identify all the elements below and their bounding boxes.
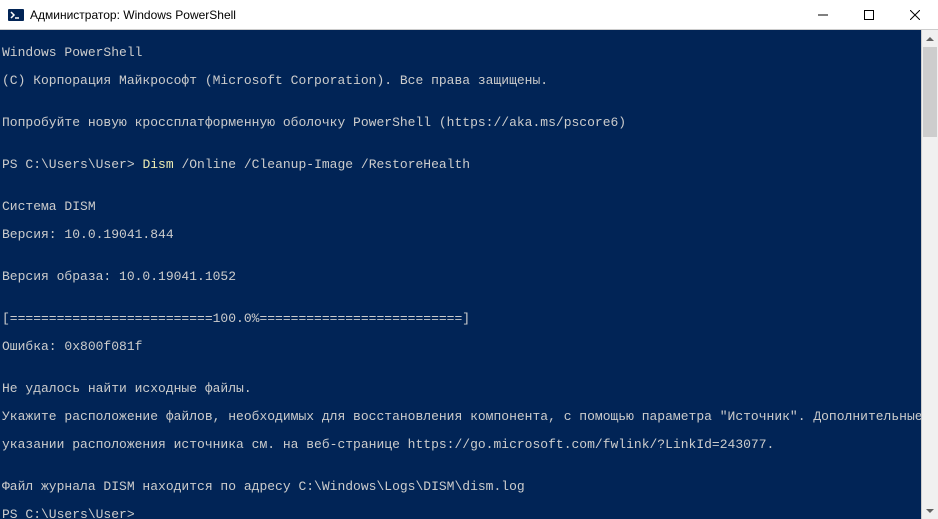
terminal-line: [==========================100.0%=======… [2, 312, 921, 326]
vertical-scrollbar[interactable] [921, 30, 938, 519]
terminal-prompt-line: PS C:\Users\User> [2, 508, 921, 519]
terminal-content[interactable]: Windows PowerShell (С) Корпорация Майкро… [0, 30, 921, 519]
terminal-line: Cистема DISM [2, 200, 921, 214]
terminal-line: Файл журнала DISM находится по адресу C:… [2, 480, 921, 494]
close-icon [910, 10, 920, 20]
terminal-line: Укажите расположение файлов, необходимых… [2, 410, 921, 424]
window-title: Администратор: Windows PowerShell [30, 8, 800, 22]
titlebar: Администратор: Windows PowerShell [0, 0, 938, 30]
maximize-button[interactable] [846, 0, 892, 29]
scrollbar-up-arrow[interactable] [922, 30, 938, 47]
scrollbar-thumb[interactable] [923, 47, 937, 137]
terminal-line: Windows PowerShell [2, 46, 921, 60]
window-controls [800, 0, 938, 29]
terminal-line: Версия: 10.0.19041.844 [2, 228, 921, 242]
terminal-line: Версия образа: 10.0.19041.1052 [2, 270, 921, 284]
scrollbar-down-arrow[interactable] [922, 502, 938, 519]
command-args: /Online /Cleanup-Image /RestoreHealth [174, 157, 470, 172]
chevron-up-icon [926, 37, 934, 41]
terminal-line: указании расположения источника см. на в… [2, 438, 921, 452]
command-name: Dism [142, 157, 173, 172]
terminal-line: Не удалось найти исходные файлы. [2, 382, 921, 396]
minimize-button[interactable] [800, 0, 846, 29]
terminal-prompt-line: PS C:\Users\User> Dism /Online /Cleanup-… [2, 158, 921, 172]
terminal-line: Ошибка: 0x800f081f [2, 340, 921, 354]
powershell-icon [8, 7, 24, 23]
prompt-prefix: PS C:\Users\User> [2, 157, 142, 172]
terminal-line: Попробуйте новую кроссплатформенную обол… [2, 116, 921, 130]
minimize-icon [818, 10, 828, 20]
chevron-down-icon [926, 509, 934, 513]
close-button[interactable] [892, 0, 938, 29]
terminal-line: (С) Корпорация Майкрософт (Microsoft Cor… [2, 74, 921, 88]
terminal-area: Windows PowerShell (С) Корпорация Майкро… [0, 30, 938, 519]
maximize-icon [864, 10, 874, 20]
